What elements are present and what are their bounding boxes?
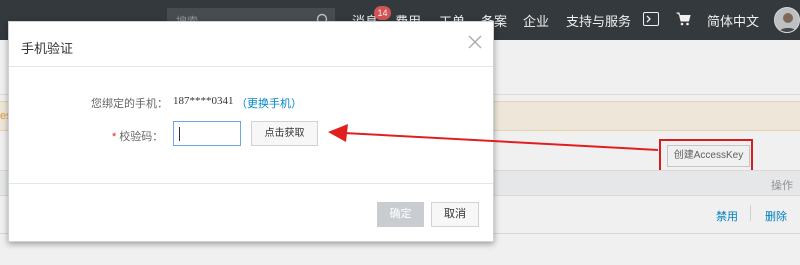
- verification-code-label: * 校验码：: [112, 128, 163, 144]
- text-caret: [179, 127, 180, 141]
- bound-phone-label: 您绑定的手机：: [91, 98, 168, 110]
- change-phone-link-wrapper: （更换手机）: [236, 98, 302, 110]
- phone-number: 187****0341: [173, 95, 234, 107]
- dialog-title: 手机验证: [21, 41, 74, 56]
- close-icon[interactable]: [467, 34, 483, 50]
- phone-verification-dialog: 手机验证 您绑定的手机： 187****0341 （更换手机） * 校验码： 点击…: [8, 21, 494, 242]
- confirm-button[interactable]: 确定: [377, 202, 424, 227]
- verification-code-input[interactable]: [173, 121, 241, 146]
- cancel-button[interactable]: 取消: [431, 202, 479, 227]
- verification-code-label-text: 校验码：: [119, 131, 164, 143]
- dialog-header-divider: [9, 66, 493, 67]
- get-code-button[interactable]: 点击获取: [251, 121, 318, 146]
- dialog-footer-divider: [9, 183, 493, 184]
- change-phone-link[interactable]: 更换手机: [247, 98, 291, 110]
- required-marker: *: [112, 131, 117, 143]
